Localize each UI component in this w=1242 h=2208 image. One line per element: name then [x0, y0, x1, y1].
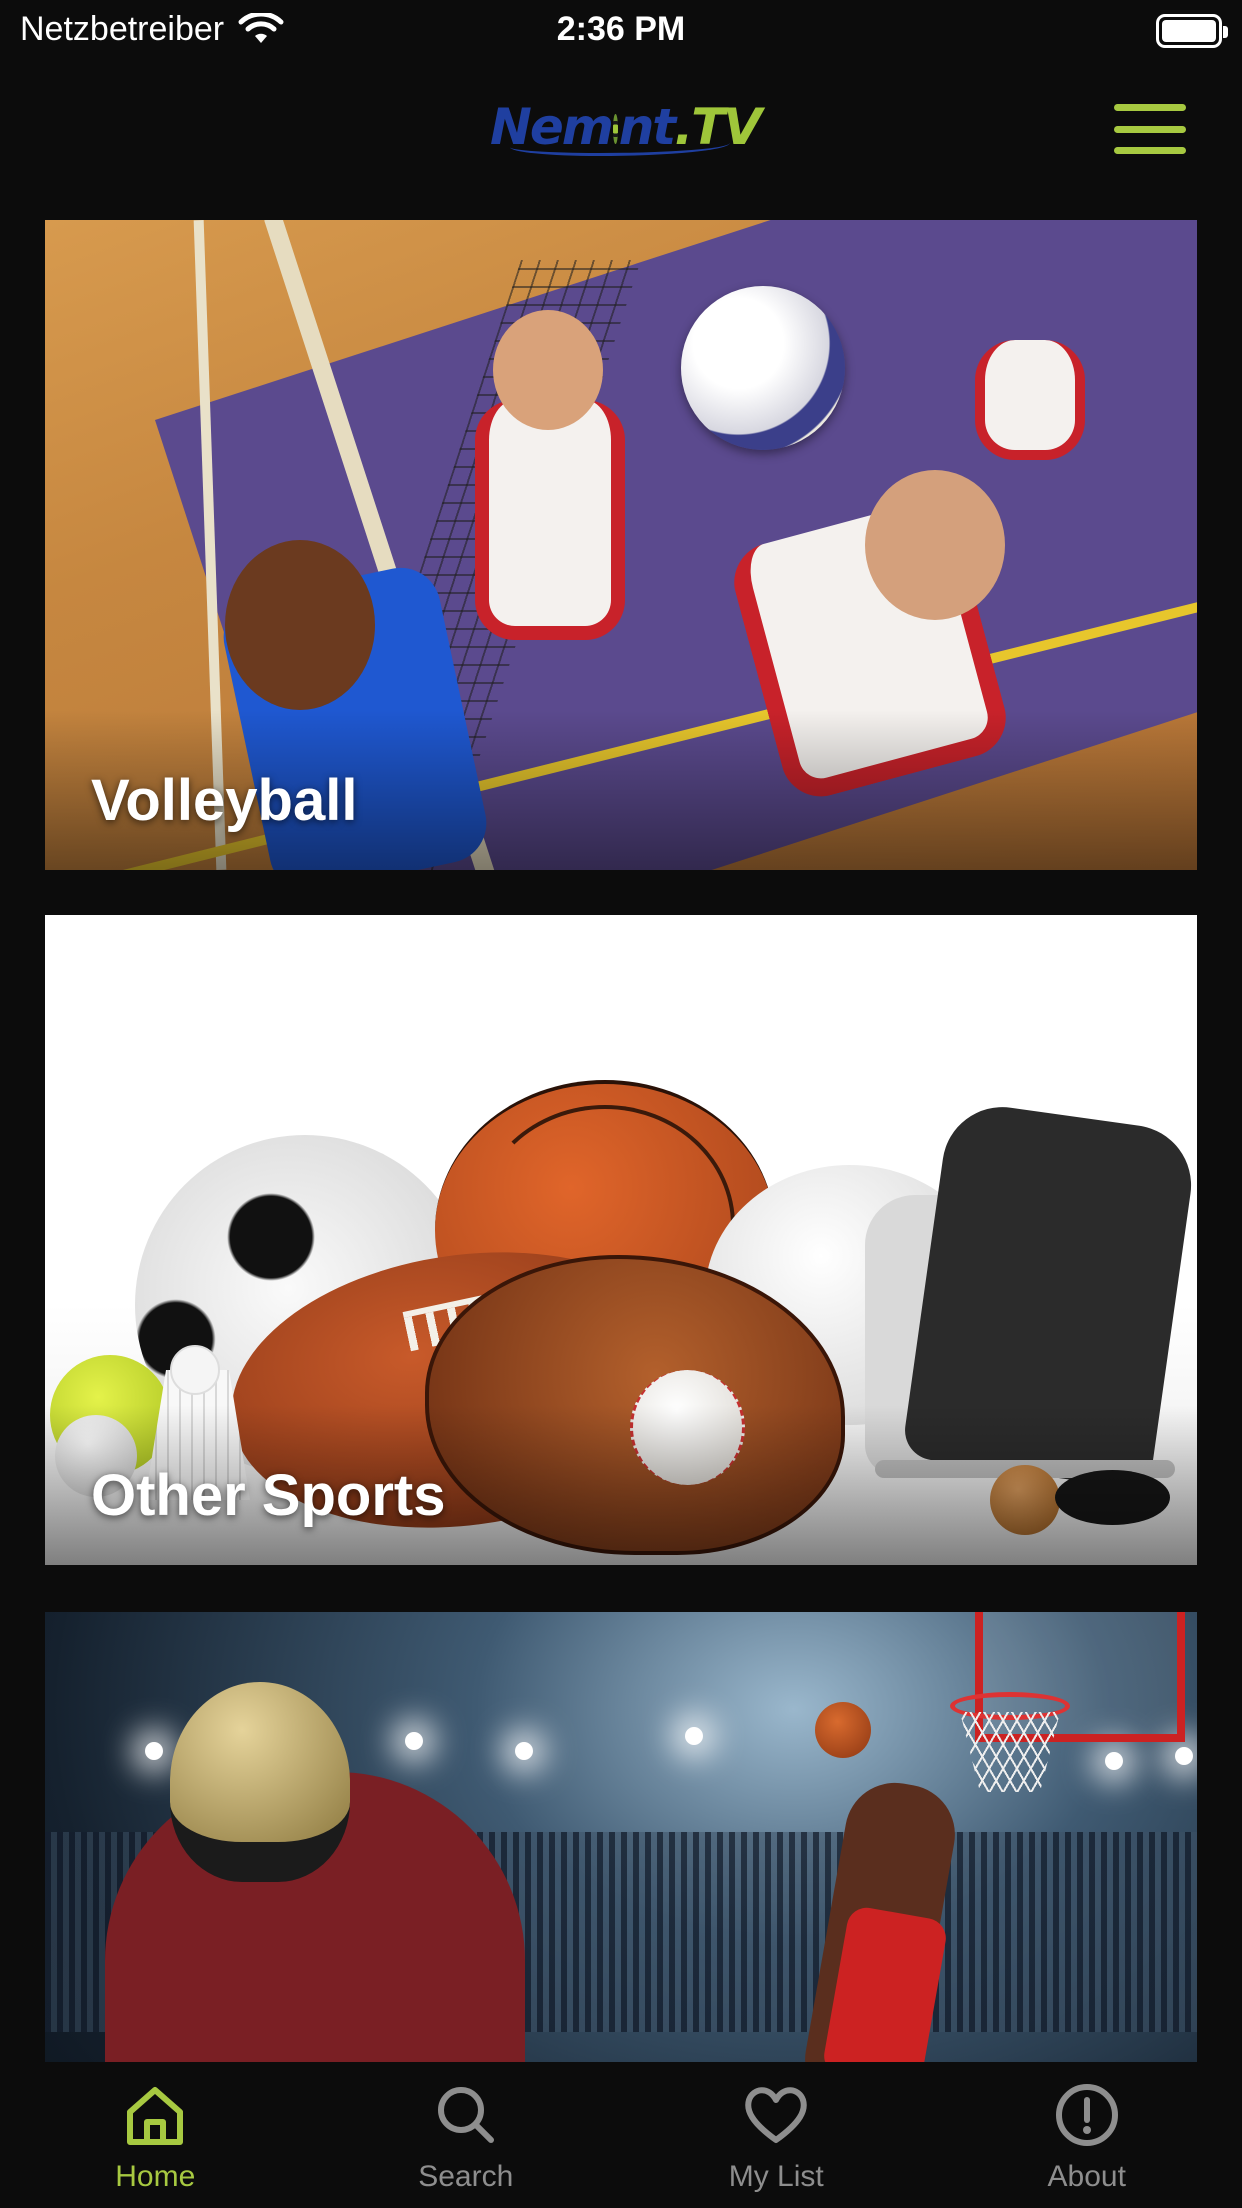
- stadium-light: [405, 1732, 423, 1750]
- nemont-tv-logo[interactable]: Nem nt .TV: [490, 92, 762, 162]
- player: [475, 400, 625, 640]
- stadium-light: [1175, 1747, 1193, 1765]
- app-screen: Netzbetreiber 2:36 PM Nem nt .TV Volleyb…: [0, 0, 1242, 2208]
- basketball-net: [960, 1712, 1060, 1792]
- status-bar: Netzbetreiber 2:36 PM: [0, 0, 1242, 62]
- stadium-light: [685, 1727, 703, 1745]
- tab-label: About: [1047, 2160, 1126, 2193]
- category-title: Volleyball: [91, 768, 358, 833]
- tab-label: My List: [728, 2160, 824, 2193]
- status-time: 2:36 PM: [556, 10, 686, 48]
- app-header: Nem nt .TV: [0, 62, 1242, 190]
- home-icon: [127, 2087, 184, 2145]
- tab-label: Home: [115, 2160, 196, 2193]
- player-head: [225, 540, 375, 710]
- category-title: Other Sports: [91, 1463, 446, 1528]
- player: [975, 340, 1085, 460]
- heart-icon: [745, 2087, 807, 2143]
- tab-about[interactable]: About: [932, 2062, 1242, 2208]
- basketball: [815, 1702, 871, 1758]
- player-head: [493, 310, 603, 430]
- stadium-light: [515, 1742, 533, 1760]
- tab-my-list[interactable]: My List: [621, 2062, 932, 2208]
- tab-home[interactable]: Home: [0, 2062, 311, 2208]
- volleyball-ball: [681, 286, 845, 450]
- category-card-other-sports[interactable]: Other Sports: [45, 915, 1197, 1565]
- hamburger-menu-icon[interactable]: [1110, 100, 1190, 158]
- info-icon: [1055, 2084, 1118, 2146]
- tab-label: Search: [418, 2160, 514, 2193]
- player-head: [865, 470, 1005, 620]
- football-helmet: [170, 1682, 350, 1882]
- stadium-light: [145, 1742, 163, 1760]
- search-icon: [437, 2087, 494, 2143]
- bottom-tab-bar: Home Search My List About: [0, 2062, 1242, 2208]
- stadium-light: [1105, 1752, 1123, 1770]
- tab-search[interactable]: Search: [311, 2062, 622, 2208]
- shuttlecock-cork: [170, 1345, 220, 1395]
- battery-icon: [1156, 14, 1228, 48]
- category-card-volleyball[interactable]: Volleyball: [45, 220, 1197, 870]
